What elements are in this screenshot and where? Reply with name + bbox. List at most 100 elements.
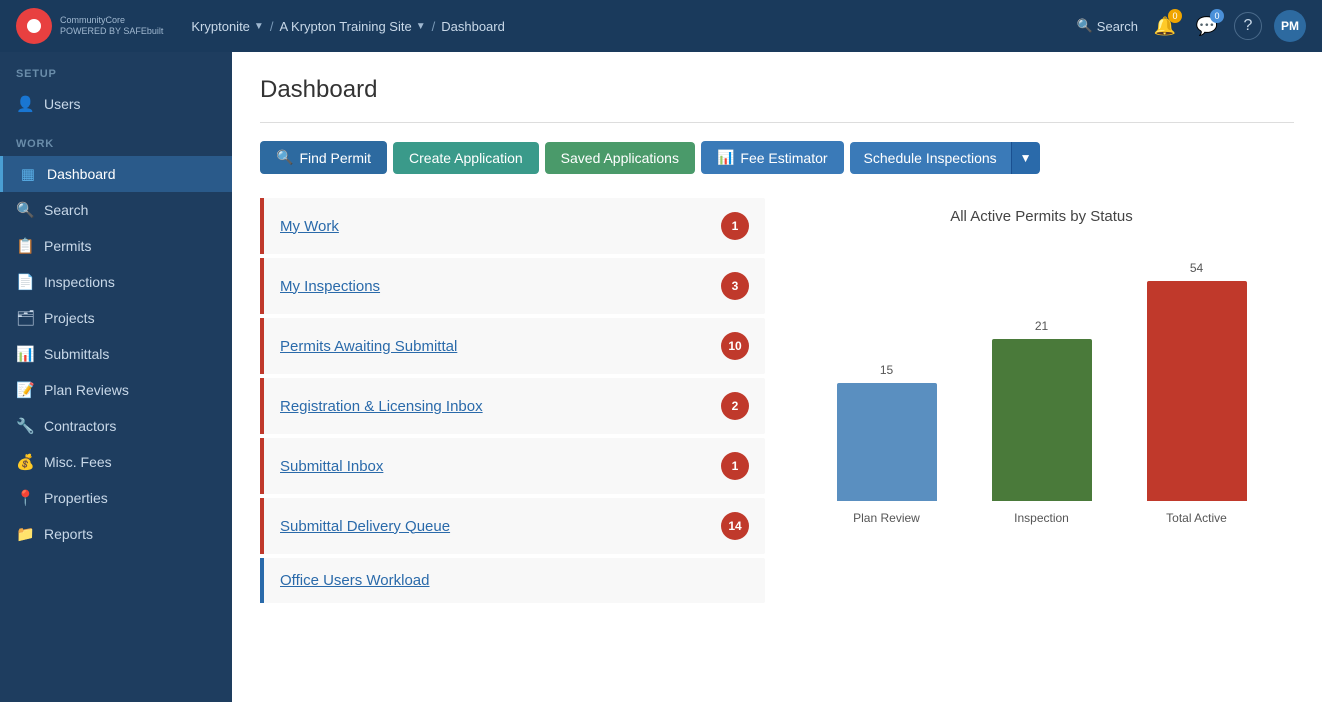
registration-licensing-link[interactable]: Registration & Licensing Inbox xyxy=(280,398,483,415)
schedule-inspections-split-btn: Schedule Inspections ▼ xyxy=(850,142,1040,174)
sidebar-item-misc-fees[interactable]: 💰 Misc. Fees xyxy=(0,444,232,480)
schedule-inspections-button[interactable]: Schedule Inspections xyxy=(850,142,1011,174)
fee-estimator-icon: 📊 xyxy=(717,149,734,166)
bar-value-inspection: 21 xyxy=(1035,319,1048,333)
main-layout: SETUP 👤 Users WORK ▦ Dashboard 🔍 Search … xyxy=(0,52,1322,702)
permits-awaiting-badge: 10 xyxy=(721,332,749,360)
submittal-inbox-badge: 1 xyxy=(721,452,749,480)
bar-label-plan-review: Plan Review xyxy=(853,511,920,525)
sidebar-item-reports-label: Reports xyxy=(44,526,93,542)
chat-btn[interactable]: 💬 0 xyxy=(1192,11,1222,41)
work-item-submittal-delivery[interactable]: Submittal Delivery Queue 14 xyxy=(260,498,765,554)
bar-group-inspection: 21 Inspection xyxy=(964,319,1119,525)
notification-bell-btn[interactable]: 🔔 0 xyxy=(1150,11,1180,41)
breadcrumb-org[interactable]: Kryptonite ▼ xyxy=(191,19,263,34)
work-section-label: WORK xyxy=(0,122,232,156)
projects-icon: 🗂 xyxy=(16,309,34,327)
properties-icon: 📍 xyxy=(16,489,34,507)
breadcrumb-site-arrow: ▼ xyxy=(416,21,426,32)
find-permit-button[interactable]: 🔍 Find Permit xyxy=(260,141,387,174)
bar-total-active xyxy=(1147,281,1247,501)
sidebar-item-search-label: Search xyxy=(44,202,88,218)
my-inspections-badge: 3 xyxy=(721,272,749,300)
logo-text: CommunityCore POWERED BY SAFEbuilt xyxy=(60,15,163,37)
divider xyxy=(260,122,1294,123)
sidebar-item-properties[interactable]: 📍 Properties xyxy=(0,480,232,516)
sidebar-item-permits-label: Permits xyxy=(44,238,91,254)
dashboard-grid: My Work 1 My Inspections 3 Permits Await… xyxy=(260,198,1294,607)
sidebar: SETUP 👤 Users WORK ▦ Dashboard 🔍 Search … xyxy=(0,52,232,702)
work-list: My Work 1 My Inspections 3 Permits Await… xyxy=(260,198,765,607)
my-inspections-link[interactable]: My Inspections xyxy=(280,278,380,295)
work-item-my-work[interactable]: My Work 1 xyxy=(260,198,765,254)
work-item-permits-awaiting[interactable]: Permits Awaiting Submittal 10 xyxy=(260,318,765,374)
avatar[interactable]: PM xyxy=(1274,10,1306,42)
sidebar-item-misc-fees-label: Misc. Fees xyxy=(44,454,112,470)
create-application-button[interactable]: Create Application xyxy=(393,142,539,174)
office-users-link[interactable]: Office Users Workload xyxy=(280,572,430,589)
sidebar-item-plan-reviews[interactable]: 📝 Plan Reviews xyxy=(0,372,232,408)
sidebar-item-search[interactable]: 🔍 Search xyxy=(0,192,232,228)
my-work-badge: 1 xyxy=(721,212,749,240)
help-btn[interactable]: ? xyxy=(1234,12,1262,40)
saved-applications-button[interactable]: Saved Applications xyxy=(545,142,695,174)
submittal-delivery-link[interactable]: Submittal Delivery Queue xyxy=(280,518,450,535)
schedule-inspections-dropdown-btn[interactable]: ▼ xyxy=(1011,142,1040,174)
bar-group-total-active: 54 Total Active xyxy=(1119,261,1274,525)
work-item-submittal-inbox[interactable]: Submittal Inbox 1 xyxy=(260,438,765,494)
toolbar: 🔍 Find Permit Create Application Saved A… xyxy=(260,141,1294,174)
misc-fees-icon: 💰 xyxy=(16,453,34,471)
setup-section-label: SETUP xyxy=(0,52,232,86)
work-item-registration-licensing[interactable]: Registration & Licensing Inbox 2 xyxy=(260,378,765,434)
search-icon: 🔍 xyxy=(1077,18,1093,34)
bar-chart: 15 Plan Review 21 Inspection 54 Total Ac… xyxy=(789,245,1294,525)
dashboard-icon: ▦ xyxy=(19,165,37,183)
bar-label-inspection: Inspection xyxy=(1014,511,1069,525)
chat-badge: 0 xyxy=(1210,9,1224,23)
reports-icon: 📁 xyxy=(16,525,34,543)
sidebar-item-projects[interactable]: 🗂 Projects xyxy=(0,300,232,336)
breadcrumb-sep1: / xyxy=(270,19,274,34)
submittal-inbox-link[interactable]: Submittal Inbox xyxy=(280,458,383,475)
sidebar-item-projects-label: Projects xyxy=(44,310,95,326)
chart-area: All Active Permits by Status 15 Plan Rev… xyxy=(789,198,1294,535)
sidebar-item-inspections-label: Inspections xyxy=(44,274,115,290)
sidebar-item-users[interactable]: 👤 Users xyxy=(0,86,232,122)
permits-awaiting-link[interactable]: Permits Awaiting Submittal xyxy=(280,338,457,355)
my-work-link[interactable]: My Work xyxy=(280,218,339,235)
find-permit-search-icon: 🔍 xyxy=(276,149,293,166)
sidebar-item-dashboard[interactable]: ▦ Dashboard xyxy=(0,156,232,192)
sidebar-item-reports[interactable]: 📁 Reports xyxy=(0,516,232,552)
bar-group-plan-review: 15 Plan Review xyxy=(809,363,964,525)
bell-badge: 0 xyxy=(1168,9,1182,23)
sidebar-item-inspections[interactable]: 📄 Inspections xyxy=(0,264,232,300)
submittals-icon: 📊 xyxy=(16,345,34,363)
sidebar-item-permits[interactable]: 📋 Permits xyxy=(0,228,232,264)
breadcrumb-sep2: / xyxy=(432,19,436,34)
bar-inspection xyxy=(992,339,1092,501)
fee-estimator-button[interactable]: 📊 Fee Estimator xyxy=(701,141,844,174)
dropdown-arrow-icon: ▼ xyxy=(1020,151,1032,165)
sidebar-item-contractors[interactable]: 🔧 Contractors xyxy=(0,408,232,444)
logo-area[interactable]: CommunityCore POWERED BY SAFEbuilt xyxy=(16,8,163,44)
bar-label-total-active: Total Active xyxy=(1166,511,1227,525)
breadcrumb-site[interactable]: A Krypton Training Site ▼ xyxy=(279,19,425,34)
breadcrumb: Kryptonite ▼ / A Krypton Training Site ▼… xyxy=(191,19,504,34)
work-item-office-users[interactable]: Office Users Workload xyxy=(260,558,765,603)
sidebar-item-contractors-label: Contractors xyxy=(44,418,116,434)
inspections-icon: 📄 xyxy=(16,273,34,291)
sidebar-item-plan-reviews-label: Plan Reviews xyxy=(44,382,129,398)
logo-icon xyxy=(16,8,52,44)
nav-search-btn[interactable]: 🔍 Search xyxy=(1077,18,1138,34)
registration-licensing-badge: 2 xyxy=(721,392,749,420)
sidebar-item-submittals[interactable]: 📊 Submittals xyxy=(0,336,232,372)
bar-value-plan-review: 15 xyxy=(880,363,893,377)
work-item-my-inspections[interactable]: My Inspections 3 xyxy=(260,258,765,314)
contractors-icon: 🔧 xyxy=(16,417,34,435)
users-icon: 👤 xyxy=(16,95,34,113)
bar-plan-review xyxy=(837,383,937,501)
breadcrumb-org-arrow: ▼ xyxy=(254,21,264,32)
bar-value-total-active: 54 xyxy=(1190,261,1203,275)
page-title: Dashboard xyxy=(260,76,1294,104)
sidebar-item-dashboard-label: Dashboard xyxy=(47,166,116,182)
